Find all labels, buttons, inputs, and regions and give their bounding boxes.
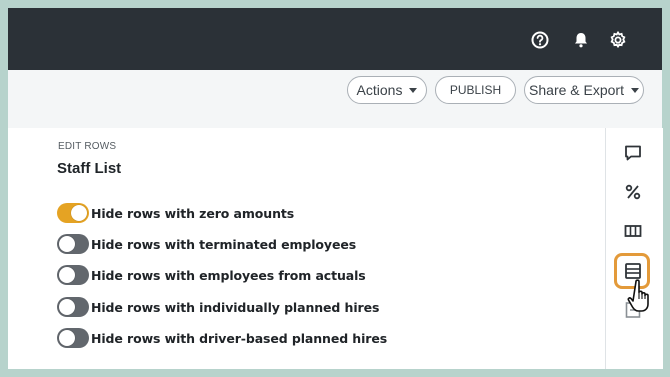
bell-icon[interactable] <box>571 30 591 50</box>
chevron-down-icon <box>630 87 639 93</box>
right-sidebar <box>605 128 663 369</box>
toggle-label: Hide rows with driver-based planned hire… <box>91 330 388 346</box>
panel-title: Staff List <box>57 160 122 177</box>
toggle-switch[interactable] <box>57 297 89 317</box>
actions-button[interactable]: Actions <box>347 76 427 104</box>
toggle-switch[interactable] <box>57 234 89 254</box>
toggle-label: Hide rows with individually planned hire… <box>91 299 380 315</box>
comment-icon[interactable] <box>623 143 643 163</box>
columns-icon[interactable] <box>623 221 643 241</box>
toggle-knob <box>59 267 75 283</box>
toggle-knob <box>71 205 87 221</box>
toggle-knob <box>59 299 75 315</box>
toggle-switch[interactable] <box>57 265 89 285</box>
toggle-row-driver-hires[interactable]: Hide rows with driver-based planned hire… <box>57 327 387 349</box>
publish-label: PUBLISH <box>449 83 502 97</box>
chevron-down-icon <box>409 87 418 93</box>
hand-cursor-icon <box>627 279 649 312</box>
toggle-switch[interactable] <box>57 328 89 348</box>
toggle-label: Hide rows with zero amounts <box>91 205 295 221</box>
toggle-label: Hide rows with terminated employees <box>91 236 357 252</box>
publish-button[interactable]: PUBLISH <box>435 76 516 104</box>
toggle-row-actuals[interactable]: Hide rows with employees from actuals <box>57 264 366 286</box>
toggle-label: Hide rows with employees from actuals <box>91 267 366 283</box>
gear-icon[interactable] <box>608 30 628 50</box>
share-export-button[interactable]: Share & Export <box>524 76 644 104</box>
help-icon[interactable] <box>530 30 550 50</box>
toggle-row-terminated[interactable]: Hide rows with terminated employees <box>57 233 356 255</box>
percent-icon[interactable] <box>623 182 643 202</box>
toggle-row-zero-amounts[interactable]: Hide rows with zero amounts <box>57 202 294 224</box>
share-export-label: Share & Export <box>529 82 624 98</box>
toggle-knob <box>59 236 75 252</box>
toggle-switch[interactable] <box>57 203 89 223</box>
actions-label: Actions <box>356 82 403 98</box>
top-bar <box>8 8 662 70</box>
section-label: EDIT ROWS <box>58 141 117 152</box>
toggle-row-individual-hires[interactable]: Hide rows with individually planned hire… <box>57 296 379 318</box>
toggle-knob <box>59 330 75 346</box>
